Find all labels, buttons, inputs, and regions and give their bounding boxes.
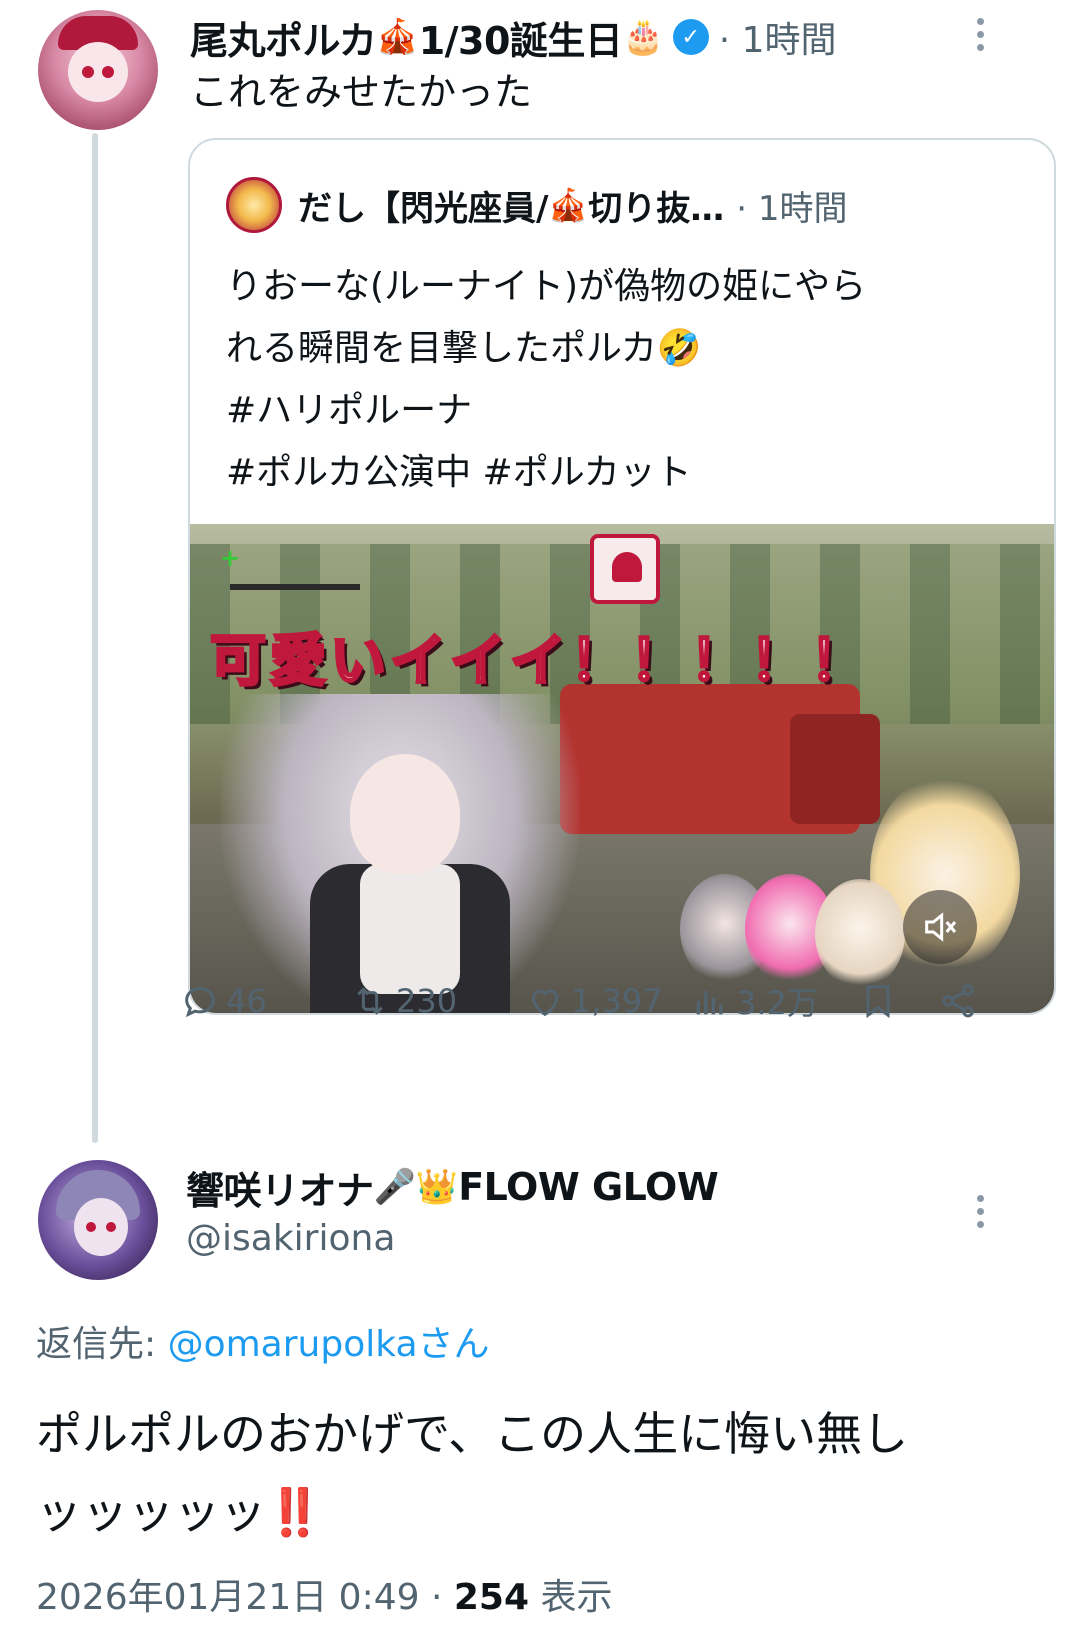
display-name[interactable]: 尾丸ポルカ — [190, 10, 377, 65]
reply-to-user-link[interactable]: @omarupolkaさん — [168, 1324, 490, 1365]
double-exclamation-emoji: ‼️ — [266, 1485, 324, 1539]
user-handle[interactable]: @isakiriona — [186, 1218, 395, 1259]
analytics-bars-icon — [696, 991, 723, 1015]
reply-tweet-text: ポルポルのおかげで、この人生に悔い無し ッッッッッ‼️ — [36, 1395, 1046, 1551]
views-label: 表示 — [529, 1577, 613, 1618]
display-name-suffix[interactable]: FLOW GLOW — [458, 1165, 719, 1209]
quoted-display-name-tail: 切り抜… — [588, 188, 725, 229]
microphone-emoji: 🎤 — [373, 1167, 416, 1207]
heart-icon — [531, 989, 559, 1017]
thread-connector-line — [92, 133, 98, 1143]
game-hud-plus-icon: + — [220, 544, 241, 572]
views-button[interactable]: 3.2万 — [690, 970, 819, 1032]
tweet-author-row: 尾丸ポルカ 🎪 1/30誕生日 🎂 ✓ · 1時間 — [190, 10, 837, 65]
video-player[interactable]: + 可愛いイイイ！！！！！ — [190, 524, 1054, 1013]
view-count: 3.2万 — [736, 984, 819, 1022]
reply-to-line: 返信先: @omarupolkaさん — [36, 1315, 490, 1367]
reply-author-row: 響咲リオナ 🎤 👑 FLOW GLOW — [186, 1160, 719, 1215]
reply-icon — [185, 986, 215, 1018]
reply-text-line: ッッッッッ‼️ — [36, 1473, 1046, 1551]
reply-text-line: ポルポルのおかげで、この人生に悔い無し — [36, 1407, 909, 1461]
quoted-author-row: だし【閃光座員/ 🎪 切り抜… · 1時間 — [226, 176, 848, 234]
speaker-muted-icon[interactable] — [903, 890, 977, 964]
hashtag-line[interactable]: #ポルカ公演中 #ポルカット — [226, 442, 1026, 504]
avatar[interactable] — [38, 10, 158, 130]
video-red-truck — [560, 684, 880, 834]
video-caption: 可愛いイイイ！！！！！ — [209, 628, 870, 696]
hashtag-line[interactable]: #ハリポルーナ — [226, 380, 1026, 442]
more-options-icon[interactable] — [970, 1195, 990, 1228]
reply-button[interactable]: 46 — [180, 970, 267, 1032]
tweet-date[interactable]: 2026年01月21日 0:49 · — [36, 1577, 454, 1618]
quoted-timestamp: · 1時間 — [736, 188, 848, 229]
quoted-tweet-text: りおーな(ルーナイト)が偽物の姫にやら れる瞬間を目撃したポルカ🤣 #ハリポルー… — [226, 256, 1026, 504]
bookmark-icon — [866, 985, 890, 1019]
tweet-text: これをみせたかった — [190, 70, 533, 114]
verified-badge-icon[interactable]: ✓ — [672, 19, 709, 55]
like-count: 1,397 — [571, 982, 663, 1020]
share-button[interactable] — [938, 970, 984, 1032]
quoted-avatar — [226, 177, 282, 233]
video-character-main — [220, 694, 580, 1013]
reply-text-line-2: ッッッッッ — [36, 1485, 266, 1539]
more-options-icon[interactable] — [970, 18, 990, 51]
quoted-text-line: りおーな(ルーナイト)が偽物の姫にやら — [226, 266, 867, 307]
display-name-suffix[interactable]: 1/30誕生日 — [419, 10, 623, 65]
stream-logo-sign — [590, 534, 660, 604]
reply-to-label: 返信先: — [36, 1324, 168, 1365]
circus-tent-emoji: 🎪 — [548, 186, 589, 224]
avatar-eye — [102, 66, 114, 78]
like-button[interactable]: 1,397 — [525, 970, 663, 1032]
tweet-action-bar: 46 230 1,397 3.2万 — [180, 970, 1060, 1032]
circus-tent-emoji: 🎪 — [376, 17, 419, 57]
reply-count: 46 — [226, 982, 267, 1020]
share-icon — [942, 984, 974, 1018]
retweet-count: 230 — [396, 982, 458, 1020]
game-hud-bar — [230, 584, 360, 590]
crown-emoji: 👑 — [415, 1167, 459, 1207]
quoted-tweet-card[interactable]: だし【閃光座員/ 🎪 切り抜… · 1時間 りおーな(ルーナイト)が偽物の姫にや… — [188, 138, 1056, 1015]
avatar-eye — [82, 66, 94, 78]
tweet-timestamp[interactable]: · 1時間 — [719, 11, 837, 63]
display-name[interactable]: 響咲リオナ — [186, 1160, 374, 1215]
birthday-cake-emoji: 🎂 — [622, 17, 665, 57]
bookmark-button[interactable] — [858, 970, 904, 1032]
tweet-meta-footer: 2026年01月21日 0:49 · 254 表示 — [36, 1568, 612, 1620]
retweet-icon — [357, 987, 383, 1015]
avatar-face — [68, 42, 128, 102]
retweet-button[interactable]: 230 — [350, 970, 457, 1032]
quoted-display-name: だし【閃光座員/ — [298, 188, 549, 229]
quoted-text-line: れる瞬間を目撃したポルカ🤣 — [226, 328, 702, 369]
avatar[interactable] — [38, 1160, 158, 1280]
views-count: 254 — [453, 1577, 530, 1618]
